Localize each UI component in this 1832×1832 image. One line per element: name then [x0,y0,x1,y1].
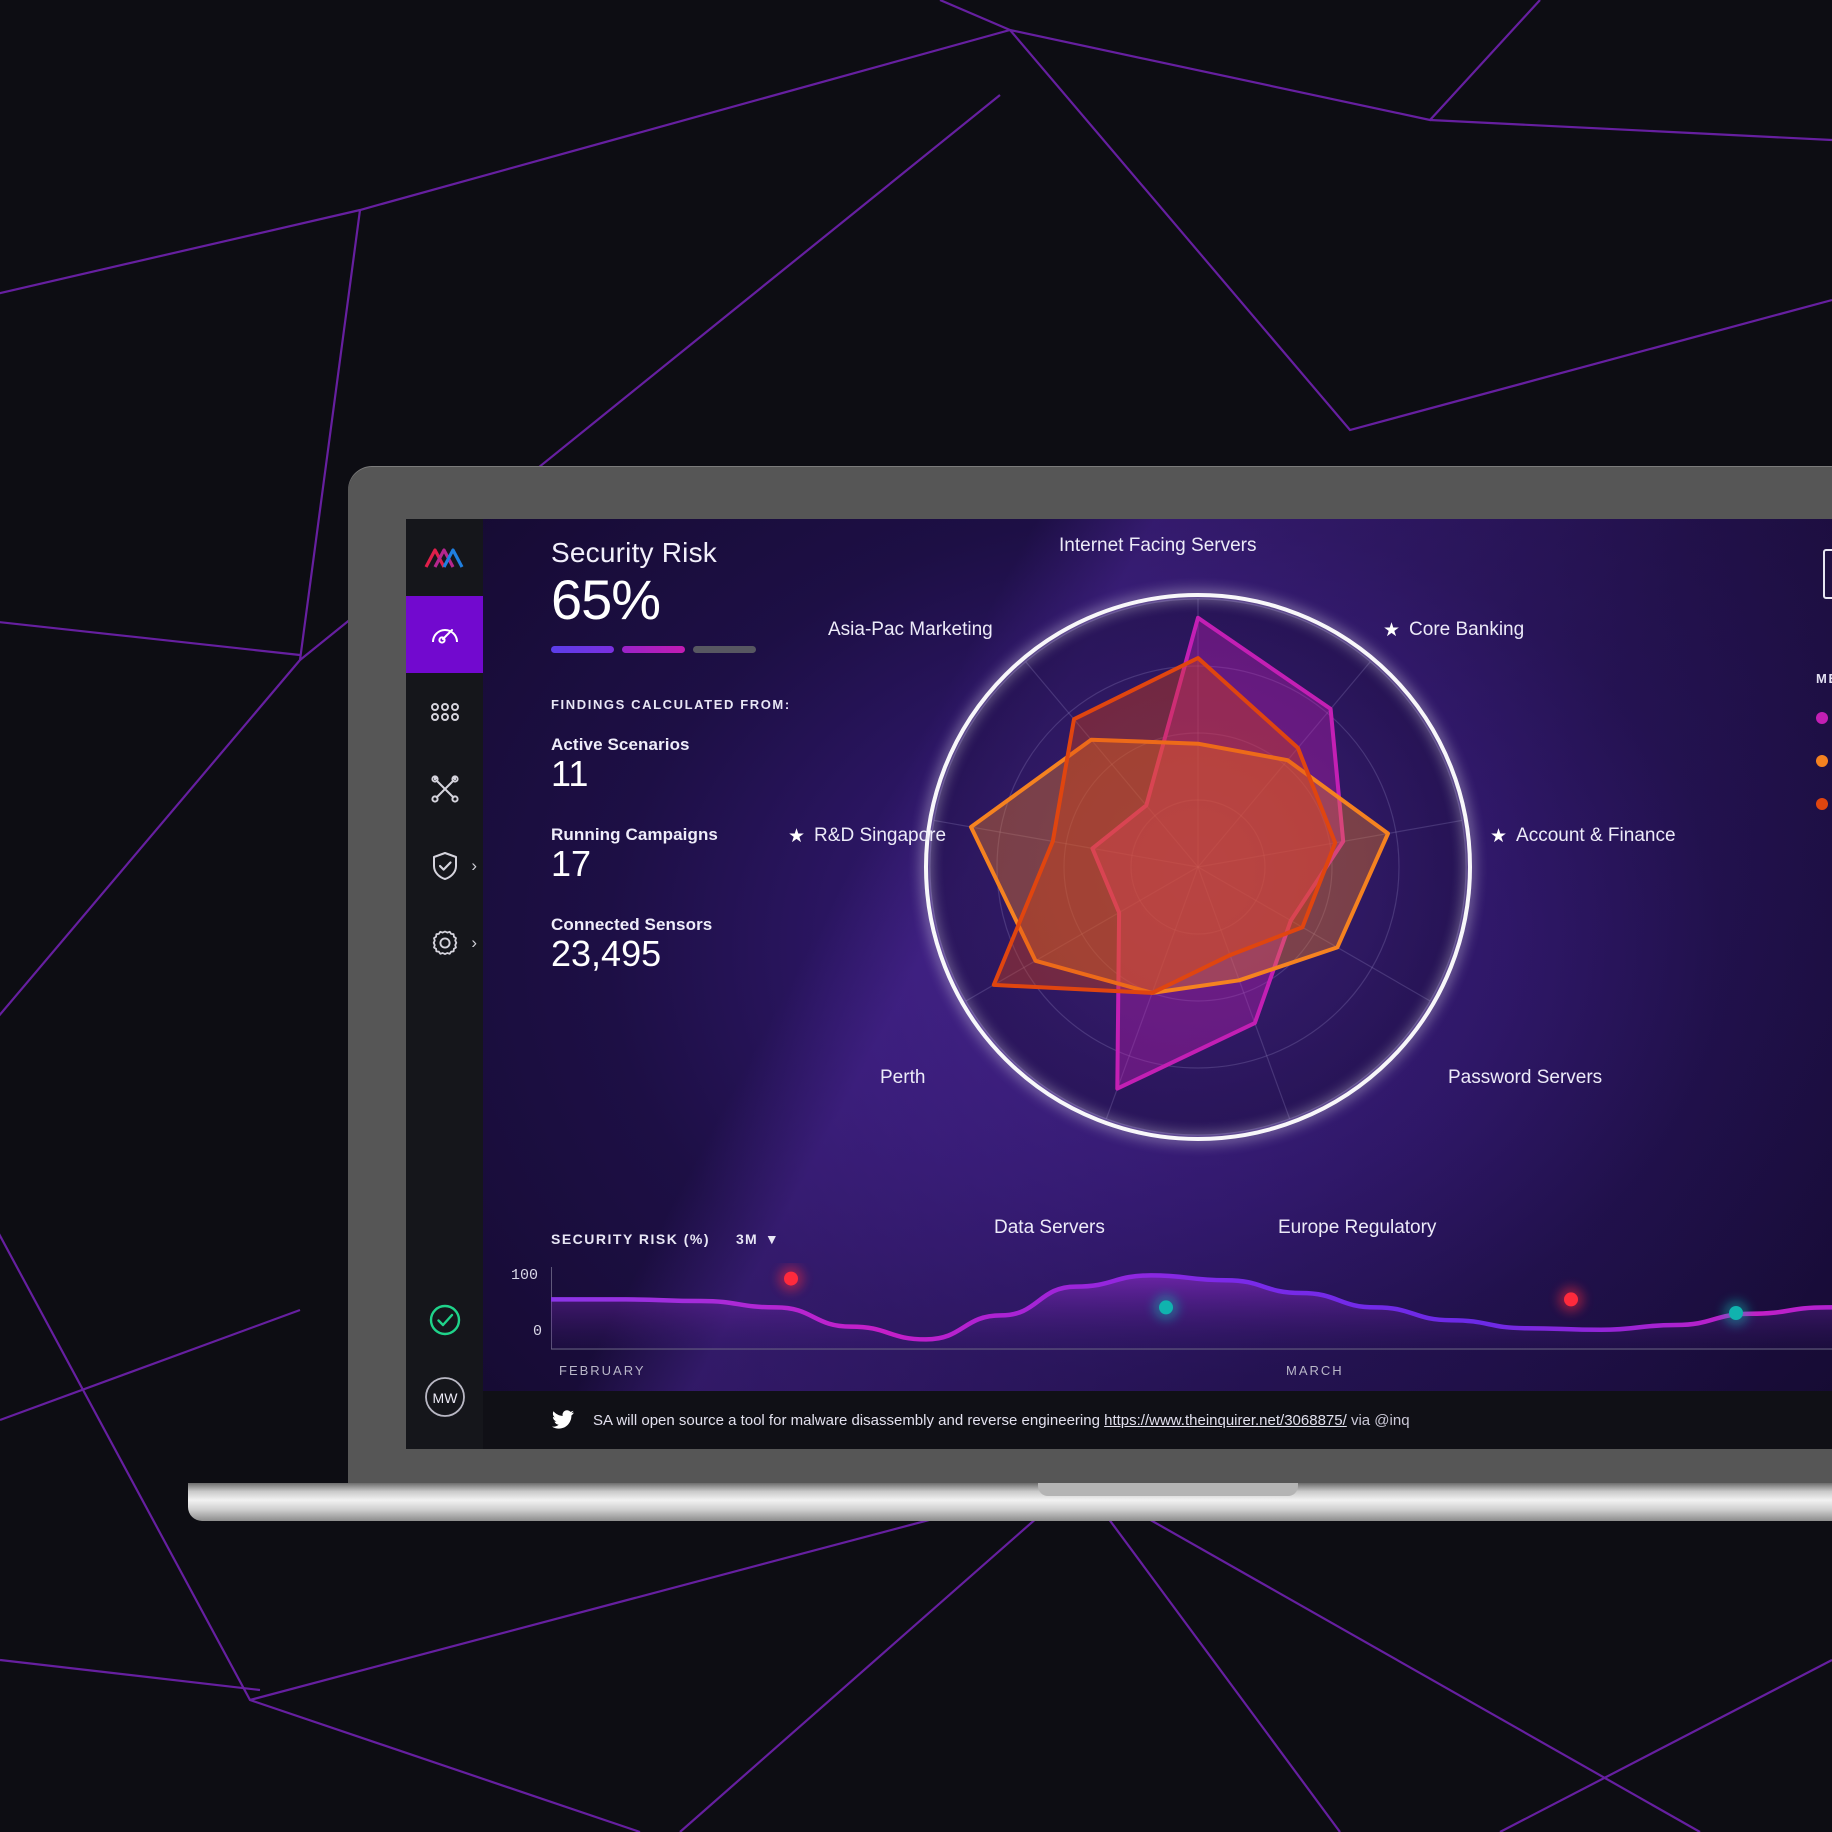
radar-label-data-servers: Data Servers [994,1217,1105,1238]
tweet-ticker: SA will open source a tool for malware d… [483,1391,1832,1449]
timeseries-marker-info[interactable] [1159,1300,1173,1315]
radar-label-core-banking: ★ Core Banking [1383,619,1525,641]
y-tick-bottom: 0 [533,1323,543,1340]
stat-value: 23,495 [551,933,662,974]
chevron-right-icon: › [471,855,477,875]
tweet-body: SA will open source a tool for malware d… [593,1411,1100,1429]
radar-label-europe-regulatory: Europe Regulatory [1278,1217,1437,1238]
network-cross-icon [430,774,459,803]
security-risk-timeseries: SECURITY RISK (%) 3M ▼ 100 0 FEBRUARY MA… [511,1231,1832,1378]
risk-segment-bars [551,645,756,653]
metrics-legend: METRICS Compromise Risk of breach Remedi… [1816,671,1832,815]
page-title: Security Risk [551,537,717,568]
legend-swatch [1816,711,1828,724]
twitter-icon [552,1410,574,1429]
chevron-down-icon: ▼ [764,1231,780,1247]
sidebar-item-dashboard[interactable] [406,596,483,673]
sidebar-item-settings[interactable]: › [406,904,483,981]
findings-label: FINDINGS CALCULATED FROM: [551,697,791,712]
sidebar-item-security[interactable]: › [406,827,483,904]
legend-swatch [1816,754,1828,767]
star-icon: ★ [788,825,806,847]
page-root: › › MW Security Risk 65% FINDINGS CALCUL… [0,0,1832,1832]
risk-bar-segment-1 [551,645,614,653]
gear-icon [432,930,457,955]
timeseries-area [551,1275,1832,1349]
timeseries-title: SECURITY RISK (%) [551,1231,711,1247]
sidebar-item-scenarios[interactable] [406,750,483,827]
speedometer-icon [431,628,458,644]
laptop-device: › › MW Security Risk 65% FINDINGS CALCUL… [188,466,1832,1521]
x-tick-february: FEBRUARY [559,1363,646,1378]
timeseries-marker-info[interactable] [1729,1306,1743,1320]
star-icon: ★ [1383,619,1401,641]
tweet-content: SA will open source a tool for malware d… [593,1412,1410,1429]
timeseries-svg [551,1265,1832,1350]
range-value: 3M [736,1231,758,1247]
sidebar-item-status[interactable] [406,1281,483,1358]
range-selector[interactable]: 3M ▼ [736,1231,780,1247]
svg-text:MW: MW [432,1390,458,1406]
risk-value: 65% [551,568,661,631]
radar-label-password-servers: Password Servers [1448,1067,1603,1088]
laptop-base [188,1483,1832,1521]
y-tick-top: 100 [511,1267,539,1284]
radar-label-perth: Perth [880,1067,926,1088]
chevron-right-icon: › [471,932,477,952]
metrics-item-compromise[interactable]: Compromise [1816,706,1832,729]
sidebar-item-profile[interactable]: MW [406,1358,483,1435]
kpi-block: Security Risk 65% [551,537,756,653]
main-panel: Security Risk 65% FINDINGS CALCULATED FR… [483,519,1832,1449]
stat-running-campaigns: Running Campaigns 17 [551,825,718,885]
laptop-screen: › › MW Security Risk 65% FINDINGS CALCUL… [406,519,1832,1449]
legend-swatch [1816,797,1828,810]
radar-label-asia-pac-marketing: Asia-Pac Marketing [828,619,993,640]
metrics-item-remediation[interactable]: Remediation [1816,792,1832,815]
stat-value: 17 [551,843,592,884]
radar-label-account-finance: ★ Account & Finance [1490,825,1676,847]
metrics-item-risk-of-breach[interactable]: Risk of breach [1816,749,1832,772]
stat-key: Connected Sensors [551,915,713,934]
sidebar: › › MW [406,519,483,1449]
risk-bar-segment-2 [622,645,685,653]
laptop-notch [1038,1483,1298,1496]
brand-logo-icon [424,547,463,568]
timeseries-marker-alert[interactable] [1564,1292,1578,1307]
status-check-icon [429,1304,460,1335]
download-report-button[interactable]: Download report [1823,549,1832,599]
risk-bar-segment-3 [693,645,756,653]
stat-key: Active Scenarios [551,735,690,754]
stat-active-scenarios: Active Scenarios 11 [551,735,690,795]
x-tick-march: MARCH [1286,1363,1344,1378]
stat-key: Running Campaigns [551,825,718,844]
tweet-via: via @inq [1350,1411,1410,1429]
stat-value: 11 [551,753,589,794]
sidebar-item-logo[interactable] [406,519,483,596]
radar-label-rd-singapore: ★ R&D Singapore [788,825,947,847]
star-icon: ★ [1490,825,1508,847]
grid-dots-icon [430,702,459,721]
avatar-icon: MW [424,1376,465,1417]
stat-connected-sensors: Connected Sensors 23,495 [551,915,712,975]
radar-label-internet-facing-servers: Internet Facing Servers [1059,535,1257,556]
sidebar-item-apps[interactable] [406,673,483,750]
radar-chart: Internet Facing Servers ★ Core Banking ★… [788,535,1676,1238]
shield-check-icon [432,851,457,880]
metrics-title: METRICS [1816,671,1832,686]
timeseries-marker-alert[interactable] [784,1271,798,1286]
tweet-link[interactable]: https://www.theinquirer.net/3068875/ [1104,1412,1347,1429]
timeseries-header: SECURITY RISK (%) 3M ▼ [551,1231,780,1247]
